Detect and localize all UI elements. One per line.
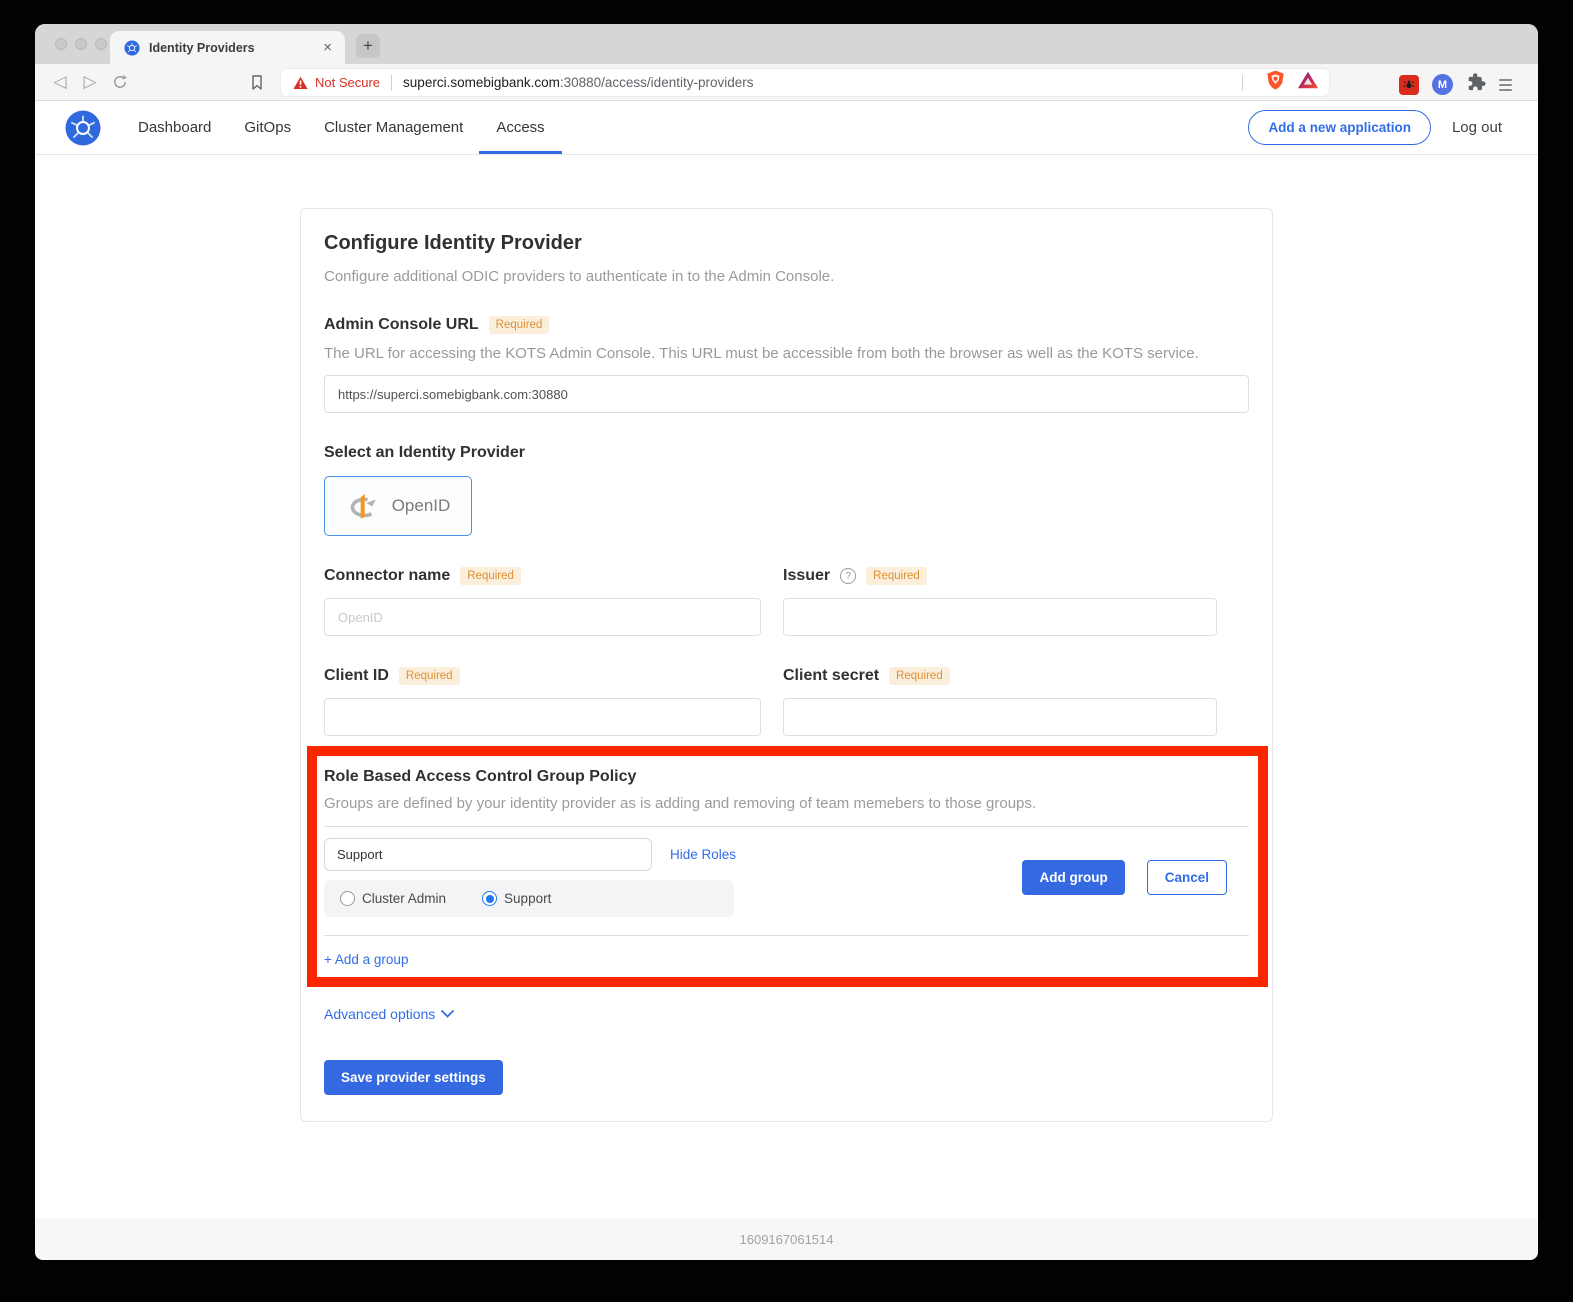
- configure-idp-card: Configure Identity Provider Configure ad…: [300, 208, 1273, 1122]
- back-icon[interactable]: ◁: [45, 72, 75, 92]
- nav-item-access[interactable]: Access: [496, 101, 544, 154]
- bat-triangle-icon[interactable]: [1297, 70, 1319, 95]
- issuer-input[interactable]: [783, 598, 1217, 636]
- url-separator: [391, 75, 392, 91]
- chevron-down-icon: [441, 1010, 454, 1018]
- radio-checked-icon[interactable]: [482, 891, 497, 906]
- brave-shield-icon[interactable]: [1266, 69, 1285, 96]
- footer-bar: 1609167061514: [35, 1218, 1538, 1260]
- minimize-window-icon[interactable]: [75, 38, 87, 50]
- connector-name-label: Connector name: [324, 567, 450, 585]
- bookmark-icon[interactable]: [249, 74, 265, 91]
- roles-box: Cluster Admin Support: [324, 880, 734, 917]
- required-badge: Required: [889, 667, 950, 685]
- required-badge: Required: [866, 567, 927, 585]
- add-a-group-link[interactable]: + Add a group: [324, 952, 408, 967]
- client-id-input[interactable]: [324, 698, 761, 736]
- client-secret-input[interactable]: [783, 698, 1217, 736]
- connector-name-input[interactable]: [324, 598, 761, 636]
- nav-item-cluster-management[interactable]: Cluster Management: [324, 101, 463, 154]
- profile-avatar[interactable]: M: [1432, 74, 1453, 95]
- browser-window: Identity Providers × + ◁ ▷: [35, 24, 1538, 1260]
- client-id-label: Client ID: [324, 667, 389, 685]
- radio-unchecked-icon[interactable]: [340, 891, 355, 906]
- openid-label: OpenID: [392, 496, 451, 516]
- role-option-cluster-admin[interactable]: Cluster Admin: [340, 891, 446, 906]
- kubernetes-favicon-icon: [124, 40, 140, 56]
- role-label: Support: [504, 891, 551, 906]
- reload-icon[interactable]: [105, 74, 135, 90]
- close-tab-icon[interactable]: ×: [320, 39, 335, 56]
- advanced-options-toggle[interactable]: Advanced options: [324, 1006, 1249, 1022]
- openid-logo-icon: [346, 491, 384, 521]
- url-domain: superci.somebigbank.com: [403, 75, 560, 90]
- page-subtitle: Configure additional ODIC providers to a…: [324, 268, 1249, 285]
- required-badge: Required: [460, 567, 521, 585]
- role-label: Cluster Admin: [362, 891, 446, 906]
- adblock-extension-icon[interactable]: [1399, 75, 1419, 95]
- new-tab-button[interactable]: +: [356, 34, 380, 58]
- menu-hamburger-icon[interactable]: [1499, 79, 1512, 91]
- tab-strip: Identity Providers × +: [35, 24, 1538, 64]
- rbac-subtitle: Groups are defined by your identity prov…: [324, 795, 1249, 812]
- required-badge: Required: [399, 667, 460, 685]
- save-provider-settings-button[interactable]: Save provider settings: [324, 1060, 503, 1095]
- url-bar[interactable]: Not Secure superci.somebigbank.com:30880…: [280, 68, 1330, 97]
- close-window-icon[interactable]: [55, 38, 67, 50]
- nav-item-gitops[interactable]: GitOps: [244, 101, 291, 154]
- logout-link[interactable]: Log out: [1452, 119, 1502, 136]
- admin-console-url-label: Admin Console URL: [324, 316, 479, 334]
- hide-roles-link[interactable]: Hide Roles: [670, 847, 736, 862]
- group-name-input[interactable]: [324, 838, 652, 871]
- kubernetes-logo-icon[interactable]: [65, 110, 101, 146]
- issuer-label: Issuer: [783, 567, 830, 585]
- client-secret-label: Client secret: [783, 667, 879, 685]
- footer-timestamp: 1609167061514: [740, 1232, 834, 1247]
- advanced-options-label: Advanced options: [324, 1006, 435, 1022]
- url-text[interactable]: superci.somebigbank.com:30880/access/ide…: [403, 75, 753, 90]
- role-option-support[interactable]: Support: [482, 891, 551, 906]
- admin-console-url-input[interactable]: [324, 375, 1249, 413]
- shields-separator: [1242, 75, 1243, 91]
- page-title: Configure Identity Provider: [324, 232, 1249, 255]
- not-secure-label[interactable]: Not Secure: [315, 75, 380, 90]
- rbac-highlighted-section: Role Based Access Control Group Policy G…: [307, 746, 1268, 987]
- page-content: Configure Identity Provider Configure ad…: [35, 155, 1538, 1218]
- select-idp-label: Select an Identity Provider: [324, 444, 525, 462]
- tab-title: Identity Providers: [149, 41, 320, 55]
- add-new-application-button[interactable]: Add a new application: [1248, 110, 1431, 145]
- openid-provider-card[interactable]: OpenID: [324, 476, 472, 536]
- forward-icon[interactable]: ▷: [75, 72, 105, 92]
- browser-toolbar: ◁ ▷ Not Secure superci.somebigbank: [35, 64, 1538, 101]
- nav-items: Dashboard GitOps Cluster Management Acce…: [138, 101, 545, 154]
- traffic-lights: [55, 38, 107, 50]
- rbac-divider: [324, 935, 1249, 936]
- tab-identity-providers[interactable]: Identity Providers ×: [110, 31, 345, 64]
- admin-console-url-help: The URL for accessing the KOTS Admin Con…: [324, 345, 1249, 362]
- zoom-window-icon[interactable]: [95, 38, 107, 50]
- rbac-divider: [324, 826, 1249, 827]
- url-path: :30880/access/identity-providers: [560, 75, 754, 90]
- add-group-button[interactable]: Add group: [1022, 860, 1124, 895]
- nav-item-dashboard[interactable]: Dashboard: [138, 101, 211, 154]
- extensions-puzzle-icon[interactable]: [1466, 72, 1486, 97]
- rbac-title: Role Based Access Control Group Policy: [324, 768, 1249, 786]
- app-navbar: Dashboard GitOps Cluster Management Acce…: [35, 101, 1538, 155]
- cancel-button[interactable]: Cancel: [1147, 860, 1227, 895]
- warning-triangle-icon[interactable]: [293, 76, 308, 90]
- help-question-icon[interactable]: ?: [840, 568, 856, 584]
- required-badge: Required: [489, 316, 550, 334]
